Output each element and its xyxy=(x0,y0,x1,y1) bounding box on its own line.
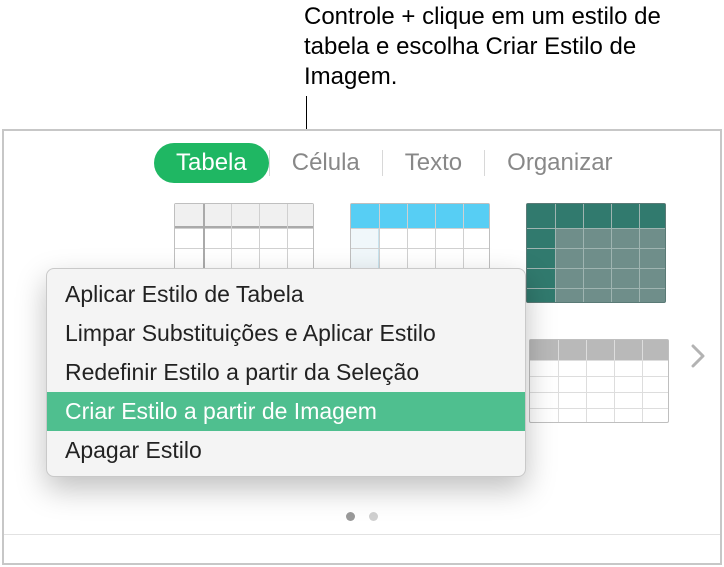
tab-organizar[interactable]: Organizar xyxy=(485,143,634,183)
chevron-right-icon xyxy=(691,343,705,375)
menu-item-redefinir-estilo[interactable]: Redefinir Estilo a partir da Seleção xyxy=(47,353,525,392)
menu-item-criar-estilo-imagem[interactable]: Criar Estilo a partir de Imagem xyxy=(47,392,525,431)
table-styles-row-2 xyxy=(529,339,700,423)
menu-item-limpar-substituicoes[interactable]: Limpar Substituições e Aplicar Estilo xyxy=(47,314,525,353)
tab-tabela[interactable]: Tabela xyxy=(154,143,269,183)
table-style-teal[interactable] xyxy=(526,203,666,303)
table-style-context-menu: Aplicar Estilo de Tabela Limpar Substitu… xyxy=(46,268,526,477)
page-dot-2[interactable] xyxy=(369,512,378,521)
styles-next-arrow[interactable] xyxy=(684,339,712,379)
style-page-dots xyxy=(4,512,720,521)
table-style-gray[interactable] xyxy=(529,339,669,423)
page-dot-1[interactable] xyxy=(346,512,355,521)
menu-item-apagar-estilo[interactable]: Apagar Estilo xyxy=(47,431,525,470)
inspector-tabs: Tabela Célula Texto Organizar xyxy=(154,141,710,185)
divider xyxy=(4,534,720,535)
tab-celula[interactable]: Célula xyxy=(270,143,382,183)
menu-item-aplicar-estilo[interactable]: Aplicar Estilo de Tabela xyxy=(47,275,525,314)
callout-text: Controle + clique em um estilo de tabela… xyxy=(304,2,714,92)
tab-texto[interactable]: Texto xyxy=(383,143,484,183)
